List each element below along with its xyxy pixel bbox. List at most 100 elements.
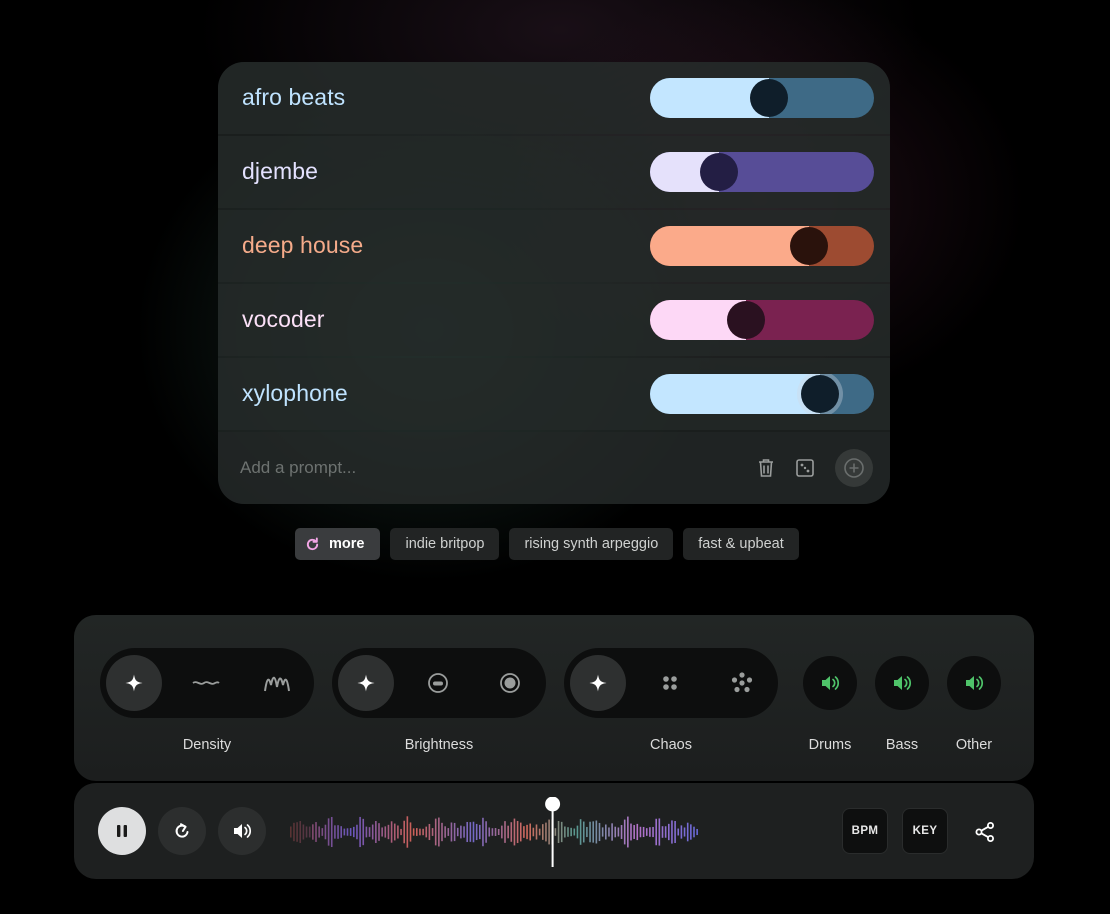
prompt-label[interactable]: djembe: [242, 158, 318, 185]
waveform-bar: [595, 820, 598, 844]
brightness-low-option[interactable]: [410, 653, 466, 713]
waveform-bar: [312, 824, 314, 840]
slider-knob[interactable]: [727, 301, 766, 339]
density-high-option[interactable]: [250, 653, 306, 713]
waveform-bar: [598, 822, 601, 842]
waveform-bar: [390, 821, 393, 843]
waveform-bar: [608, 827, 610, 837]
waveform-bar: [620, 825, 623, 839]
waveform-bar: [434, 818, 437, 846]
share-button[interactable]: [972, 819, 998, 845]
volume-button[interactable]: [218, 807, 266, 855]
trash-icon: [759, 459, 773, 477]
dots-grid-icon: [663, 676, 677, 690]
waveform-bar: [346, 828, 349, 836]
suggestion-chip[interactable]: rising synth arpeggio: [509, 528, 674, 560]
prompt-weight-slider[interactable]: [650, 374, 874, 414]
waveform-bar: [431, 828, 434, 836]
waveform-bar: [601, 827, 604, 837]
brightness-control: [332, 648, 546, 718]
chaos-low-option[interactable]: [642, 653, 698, 713]
volume-icon: [234, 824, 252, 838]
dots-scatter-icon: [731, 672, 753, 693]
add-prompt-input[interactable]: [240, 454, 660, 482]
waveform-bar: [690, 824, 692, 840]
waveform-bar: [529, 823, 531, 841]
slider-knob[interactable]: [749, 79, 788, 117]
waveform-bar: [453, 822, 456, 842]
waveform-bar: [488, 827, 491, 837]
density-auto-option[interactable]: [106, 655, 162, 711]
waveform-bar: [554, 828, 557, 836]
suggestion-chip[interactable]: indie britpop: [390, 528, 500, 560]
prompt-weight-slider[interactable]: [650, 152, 874, 192]
pause-button[interactable]: [98, 807, 146, 855]
waveform-bar: [381, 827, 383, 837]
waveform-bar: [293, 822, 295, 842]
prompt-label[interactable]: vocoder: [242, 306, 325, 333]
waveform-bar: [570, 827, 572, 837]
prompt-label[interactable]: afro beats: [242, 84, 345, 111]
waveform-bar: [343, 828, 346, 836]
waveform-bar: [592, 821, 594, 843]
other-toggle[interactable]: [947, 656, 1001, 710]
waveform-bar: [513, 818, 516, 846]
more-label: more: [329, 536, 365, 552]
drums-label: Drums: [808, 737, 852, 753]
waveform-bar: [393, 823, 396, 841]
waveform-bar: [378, 823, 380, 841]
chaos-auto-option[interactable]: [570, 655, 626, 711]
bass-label: Bass: [885, 737, 919, 753]
brightness-auto-option[interactable]: [338, 655, 394, 711]
slider-knob[interactable]: [700, 153, 739, 191]
prompt-label[interactable]: xylophone: [242, 380, 348, 407]
add-prompt-button[interactable]: [835, 449, 873, 487]
delete-button[interactable]: [755, 457, 777, 479]
density-low-option[interactable]: [178, 653, 234, 713]
waveform-bar: [406, 816, 409, 848]
bass-toggle[interactable]: [875, 656, 929, 710]
drums-toggle[interactable]: [803, 656, 857, 710]
key-button[interactable]: KEY: [902, 808, 948, 854]
randomize-button[interactable]: [794, 457, 816, 479]
more-suggestions-button[interactable]: more: [295, 528, 381, 560]
restart-button[interactable]: [158, 807, 206, 855]
wave-flat-icon: [192, 681, 220, 685]
prompt-weight-slider[interactable]: [650, 300, 874, 340]
bpm-button[interactable]: BPM: [842, 808, 888, 854]
prompt-panel: afro beats djembe deep house vocoder xylopho…: [218, 62, 890, 504]
prompt-row: afro beats: [218, 62, 890, 134]
suggestion-chip[interactable]: fast & upbeat: [683, 528, 799, 560]
waveform-bar: [507, 825, 509, 839]
waveform-bar: [627, 816, 629, 848]
prompt-weight-slider[interactable]: [650, 78, 874, 118]
control-panel: Density Brightness Chaos Drums Bass Othe…: [74, 615, 1034, 781]
waveform-bar: [693, 826, 695, 838]
waveform-bar: [523, 826, 525, 838]
slider-knob[interactable]: [801, 375, 840, 413]
playhead-handle[interactable]: [545, 797, 561, 812]
waveform-bar: [466, 821, 468, 843]
chaos-high-option[interactable]: [714, 653, 770, 713]
chaos-control: [564, 648, 778, 718]
brightness-high-option[interactable]: [482, 653, 538, 713]
prompt-label[interactable]: deep house: [242, 232, 363, 259]
circle-bright-icon: [500, 673, 520, 693]
plus-circle-icon: [844, 458, 864, 478]
prompt-row: djembe: [218, 136, 890, 208]
waveform-bar: [321, 828, 324, 836]
sparkle-icon: [357, 674, 375, 692]
waveform-bar: [308, 826, 311, 838]
waveform-bar: [497, 828, 500, 836]
speaker-icon: [966, 676, 984, 690]
waveform-bar: [542, 824, 544, 840]
waveform-bar: [371, 824, 374, 840]
waveform-bar: [579, 819, 582, 845]
prompt-weight-slider[interactable]: [650, 226, 874, 266]
waveform-scrubber[interactable]: [288, 797, 708, 867]
waveform-bar: [422, 828, 424, 836]
slider-knob[interactable]: [790, 227, 829, 265]
waveform-bar: [668, 823, 670, 841]
waveform-bar: [567, 827, 569, 837]
waveform-bar: [652, 826, 654, 838]
